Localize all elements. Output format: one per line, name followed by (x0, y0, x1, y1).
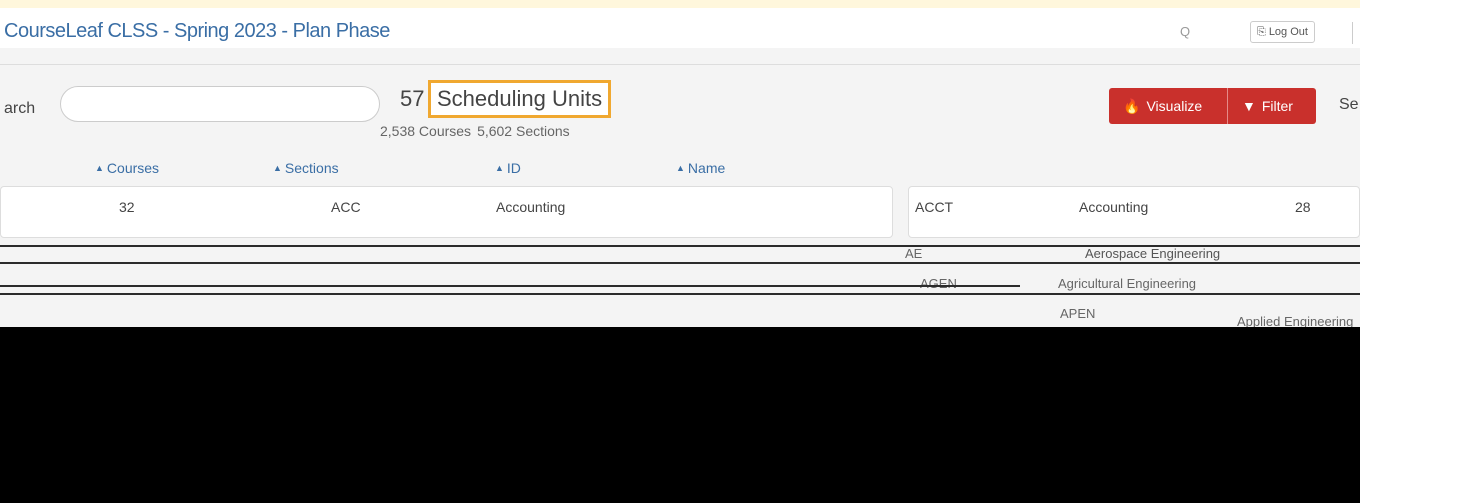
sort-courses[interactable]: ▲ Courses (95, 160, 159, 176)
unit-code: AGEN (920, 276, 957, 291)
scheduling-units-title: Scheduling Units (428, 80, 612, 118)
logout-button[interactable]: ⎘ Log Out (1250, 21, 1315, 43)
row-divider (0, 285, 1020, 287)
sort-id-label: ID (506, 160, 521, 176)
top-navigation-bar: CourseLeaf CLSS - Spring 2023 - Plan Pha… (0, 8, 1360, 48)
scheduling-unit-count: 57 (400, 86, 425, 111)
filter-button[interactable]: ▼ Filter (1228, 88, 1316, 124)
unit-code: APEN (1060, 306, 1096, 321)
unit-code: ACCT (915, 199, 954, 215)
sort-up-icon: ▲ (95, 163, 104, 173)
log-out-icon: ⎘ (1257, 25, 1266, 38)
top-accent-bar (0, 0, 1360, 8)
sort-name-label: Name (687, 160, 726, 176)
subcounts: 2,538 Courses 5,602 Sections (380, 123, 570, 139)
unit-count: 28 (1295, 199, 1311, 215)
sort-courses-label: Courses (106, 160, 160, 176)
scheduling-units-label: Scheduling Units (437, 86, 603, 111)
sort-sections[interactable]: ▲ Sections (273, 160, 339, 176)
unit-name: Accounting (496, 199, 566, 215)
sort-name[interactable]: ▲ Name (676, 160, 725, 176)
sort-header-row: ▲ Courses ▲ Sections ▲ ID ▲ Name (0, 160, 1360, 182)
sort-sections-label: Sections (284, 160, 339, 176)
sort-up-icon: ▲ (273, 163, 282, 173)
row-divider (0, 262, 1360, 264)
row-divider (0, 293, 1360, 295)
visualize-button[interactable]: 🔥 Visualize (1109, 88, 1227, 124)
unit-code: AE (905, 246, 923, 261)
courses-count: 2,538 Courses (380, 123, 472, 139)
sections-count: 5,602 Sections (477, 123, 570, 139)
logout-label: Log Out (1268, 26, 1308, 38)
fire-icon: 🔥 (1123, 97, 1141, 114)
sort-up-icon: ▲ (495, 163, 504, 173)
user-name: Q (1180, 24, 1191, 39)
filter-icon: ▼ (1242, 98, 1256, 114)
sort-id[interactable]: ▲ ID (495, 160, 521, 176)
search-input[interactable] (60, 86, 380, 122)
unit-name[interactable]: Aerospace Engineering (1085, 246, 1220, 261)
app-title[interactable]: CourseLeaf CLSS - Spring 2023 - Plan Pha… (4, 20, 390, 43)
unit-card-acc[interactable]: 32 ACC Accounting (0, 186, 893, 238)
unit-name[interactable]: Agricultural Engineering (1058, 276, 1196, 291)
sort-up-icon: ▲ (676, 163, 685, 173)
unit-code: ACC (331, 199, 361, 215)
unit-card-acct[interactable]: ACCT Accounting 28 (908, 186, 1360, 238)
main-content: arch 57 Scheduling Units 2,538 Courses 5… (0, 48, 1360, 329)
visualize-label: Visualize (1146, 98, 1203, 114)
occluded-region (0, 327, 1360, 503)
topbar-divider (1352, 22, 1353, 44)
unit-name: Accounting (1079, 199, 1149, 215)
search-label: arch (4, 100, 36, 117)
unit-count: 32 (119, 199, 135, 215)
filter-label: Filter (1261, 98, 1293, 114)
header-rule (0, 64, 1360, 65)
search-right-label: Se (1339, 96, 1359, 113)
